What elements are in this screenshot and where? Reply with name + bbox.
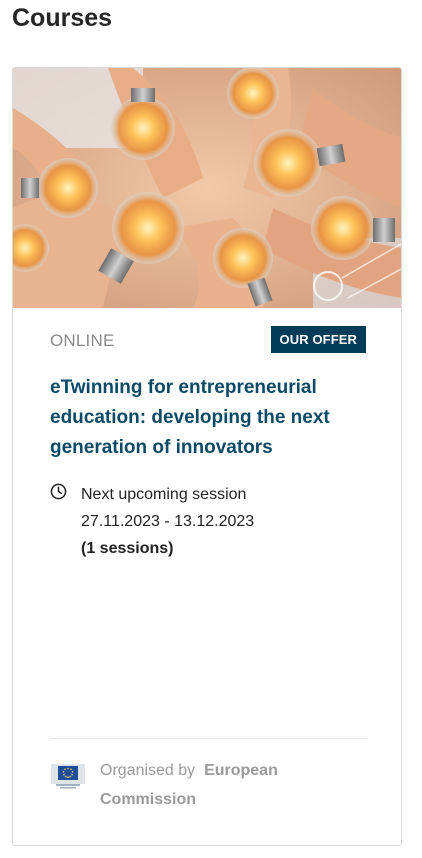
card-divider xyxy=(50,738,368,739)
session-count: (1 sessions) xyxy=(81,540,174,557)
our-offer-badge: OUR OFFER xyxy=(270,326,366,353)
session-dates: 27.11.2023 - 13.12.2023 xyxy=(81,513,255,530)
course-card[interactable]: ONLINE OUR OFFER eTwinning for entrepren… xyxy=(12,67,402,846)
course-image[interactable] xyxy=(13,68,402,308)
eu-flag-logo xyxy=(51,764,85,789)
organised-by-label: Organised by xyxy=(100,762,196,779)
course-mode-label: ONLINE xyxy=(50,331,115,350)
organiser-text: Organised by European Commission xyxy=(100,756,360,814)
session-label: Next upcoming session xyxy=(81,486,247,503)
course-title-link[interactable]: eTwinning for entrepreneurial education:… xyxy=(50,373,360,463)
clock-icon xyxy=(50,483,67,500)
page-title: Courses xyxy=(12,4,113,32)
session-details: Next upcoming session 27.11.2023 - 13.12… xyxy=(81,481,371,562)
